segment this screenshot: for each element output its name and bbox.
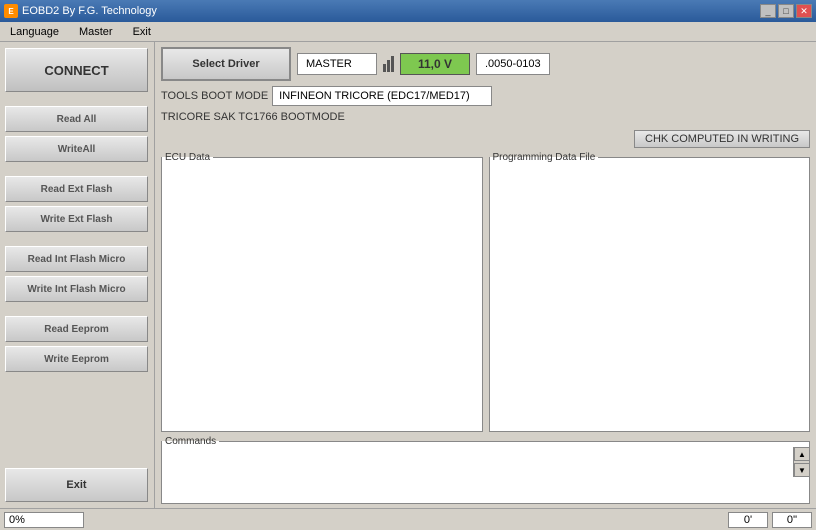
read-eeprom-button[interactable]: Read Eeprom — [5, 316, 148, 342]
main-container: CONNECT Read All WriteAll Read Ext Flash… — [0, 42, 816, 508]
coord2-display: 0'' — [772, 512, 812, 528]
programming-data-content — [490, 163, 810, 431]
app-title: EOBD2 By F.G. Technology — [22, 5, 157, 17]
commands-legend: Commands — [162, 436, 219, 447]
scroll-down-arrow[interactable]: ▼ — [794, 463, 810, 477]
commands-content: ▲ ▼ — [162, 447, 809, 477]
programming-data-legend: Programming Data File — [490, 152, 599, 163]
maximize-button[interactable]: □ — [778, 4, 794, 18]
header-row: Select Driver MASTER 11,0 V .0050-0103 — [161, 46, 810, 82]
commands-scrollbar: ▲ ▼ — [793, 447, 809, 477]
coord1-display: 0' — [728, 512, 768, 528]
ecu-data-content — [162, 163, 482, 431]
minimize-button[interactable]: _ — [760, 4, 776, 18]
title-bar: E EOBD2 By F.G. Technology _ □ ✕ — [0, 0, 816, 22]
status-bar: 0% 0' 0'' — [0, 508, 816, 530]
write-ext-flash-button[interactable]: Write Ext Flash — [5, 206, 148, 232]
write-eeprom-button[interactable]: Write Eeprom — [5, 346, 148, 372]
battery-bar-3 — [391, 56, 394, 72]
progress-display: 0% — [4, 512, 84, 528]
ecu-data-legend: ECU Data — [162, 152, 213, 163]
tools-boot-mode-value: INFINEON TRICORE (EDC17/MED17) — [272, 86, 492, 106]
commands-textarea[interactable] — [162, 447, 793, 477]
close-button[interactable]: ✕ — [796, 4, 812, 18]
battery-bars — [383, 56, 394, 72]
battery-indicator — [383, 56, 394, 72]
menu-master[interactable]: Master — [73, 25, 119, 39]
write-int-flash-micro-button[interactable]: Write Int Flash Micro — [5, 276, 148, 302]
title-controls: _ □ ✕ — [760, 4, 812, 18]
scroll-up-arrow[interactable]: ▲ — [794, 447, 810, 461]
voltage-display: 11,0 V — [400, 53, 470, 75]
battery-bar-1 — [383, 64, 386, 72]
read-all-button[interactable]: Read All — [5, 106, 148, 132]
chk-computed-button[interactable]: CHK COMPUTED IN WRITING — [634, 130, 810, 148]
chk-row: CHK COMPUTED IN WRITING — [161, 130, 810, 148]
menu-exit[interactable]: Exit — [127, 25, 157, 39]
read-ext-flash-button[interactable]: Read Ext Flash — [5, 176, 148, 202]
commands-panel: Commands ▲ ▼ — [161, 436, 810, 504]
menu-bar: Language Master Exit — [0, 22, 816, 42]
version-display: .0050-0103 — [476, 53, 550, 75]
programming-data-panel: Programming Data File — [489, 152, 811, 432]
connect-button[interactable]: CONNECT — [5, 48, 148, 92]
tricore-sak-row: TRICORE SAK TC1766 BOOTMODE — [161, 110, 810, 124]
master-display: MASTER — [297, 53, 377, 75]
select-driver-button[interactable]: Select Driver — [161, 47, 291, 81]
content-area: Select Driver MASTER 11,0 V .0050-0103 T… — [155, 42, 816, 508]
exit-button[interactable]: Exit — [5, 468, 148, 502]
tools-boot-mode-label: TOOLS BOOT MODE — [161, 90, 268, 102]
write-all-button[interactable]: WriteAll — [5, 136, 148, 162]
ecu-data-panel: ECU Data — [161, 152, 483, 432]
read-int-flash-micro-button[interactable]: Read Int Flash Micro — [5, 246, 148, 272]
title-bar-left: E EOBD2 By F.G. Technology — [4, 4, 157, 18]
tools-boot-mode-row: TOOLS BOOT MODE INFINEON TRICORE (EDC17/… — [161, 86, 810, 106]
battery-bar-2 — [387, 60, 390, 72]
app-icon: E — [4, 4, 18, 18]
panels-row: ECU Data Programming Data File — [161, 152, 810, 432]
menu-language[interactable]: Language — [4, 25, 65, 39]
sidebar: CONNECT Read All WriteAll Read Ext Flash… — [0, 42, 155, 508]
